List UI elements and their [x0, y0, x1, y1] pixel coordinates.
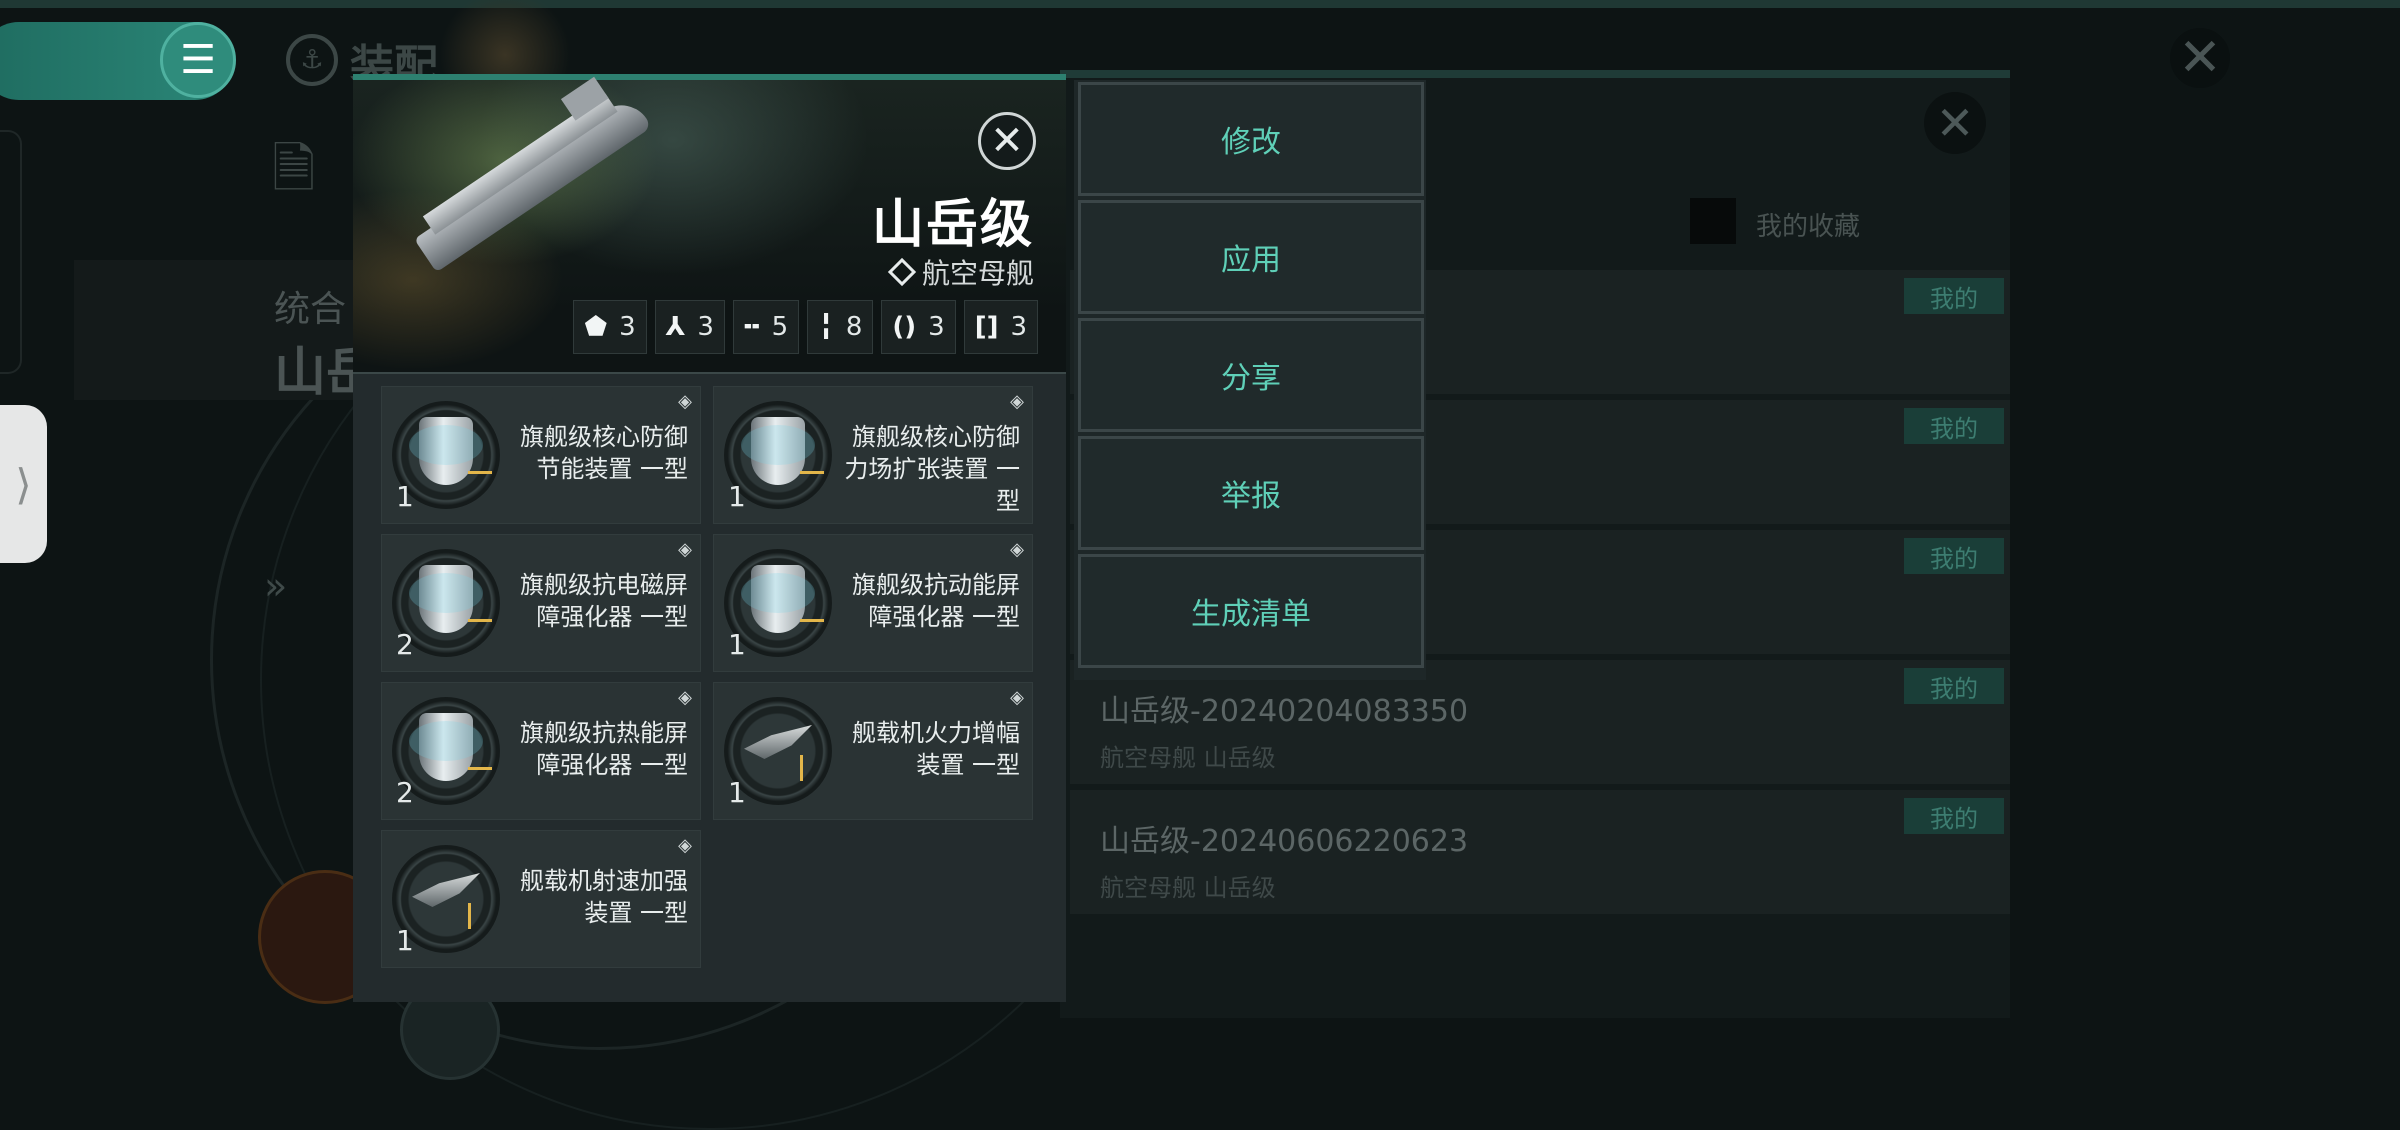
card-close-button[interactable]: ✕ — [978, 112, 1036, 170]
anchor-icon: ⚓ — [286, 34, 338, 86]
action-menu: 修改 应用 分享 举报 生成清单 — [1074, 80, 1426, 680]
mine-badge: 我的 — [1904, 798, 2004, 834]
module-item[interactable]: 1 ◈ 舰载机射速加强装置 一型 — [381, 830, 701, 968]
module-name: 旗舰级核心防御节能装置 一型 — [520, 423, 688, 483]
mine-badge: 我的 — [1904, 538, 2004, 574]
chevron-right-icon: ⟩ — [15, 459, 32, 509]
rig-slot-icon: [] — [974, 312, 999, 342]
turret-icon: ⬟ — [584, 312, 608, 342]
module-name: 旗舰级抗热能屏障强化器 一型 — [520, 719, 688, 779]
module-item[interactable]: 1 ◈ 舰载机火力增幅装置 一型 — [713, 682, 1033, 820]
module-name: 舰载机射速加强装置 一型 — [520, 867, 688, 927]
module-item[interactable]: 2 ◈ 旗舰级抗电磁屏障强化器 一型 — [381, 534, 701, 672]
stat-high-slot: ╍ 5 — [732, 300, 800, 354]
module-name: 旗舰级抗动能屏障强化器 一型 — [852, 571, 1020, 631]
favorites-checkbox[interactable] — [1690, 198, 1736, 244]
fitting-subtitle: 航空母舰 山岳级 — [1100, 744, 1276, 772]
close-icon: ✕ — [2178, 28, 2222, 88]
module-count: 2 — [396, 776, 414, 809]
main-menu-button[interactable]: ☰ — [160, 22, 236, 98]
stat-value: 3 — [1010, 312, 1027, 342]
list-close-button[interactable]: ✕ — [1924, 92, 1986, 154]
fitting-name: 山岳级-20240204083350 — [1100, 694, 1469, 729]
close-page-button[interactable]: ✕ — [2170, 28, 2230, 88]
module-item[interactable]: 2 ◈ 旗舰级抗热能屏障强化器 一型 — [381, 682, 701, 820]
shield-module-icon — [409, 713, 483, 781]
layers-icon: ◈ — [1010, 391, 1024, 412]
ship-name: 山岳级 — [871, 195, 1034, 255]
layers-icon: ◈ — [678, 835, 692, 856]
mid-slot-icon: ╏ — [818, 312, 834, 342]
generate-list-button[interactable]: 生成清单 — [1078, 554, 1424, 668]
module-count: 1 — [396, 480, 414, 513]
stat-low-slot: () 3 — [881, 300, 956, 354]
high-slot-icon: ╍ — [743, 312, 760, 342]
favorites-label: 我的收藏 — [1756, 212, 1861, 242]
ship-class-label: 航空母舰 — [921, 257, 1034, 290]
low-slot-icon: () — [892, 312, 917, 342]
module-count: 2 — [396, 628, 414, 661]
diamond-icon — [887, 257, 917, 287]
module-count: 1 — [728, 628, 746, 661]
ship-class: 航空母舰 — [887, 252, 1034, 292]
fitting-document-icon: 🗎 — [272, 137, 316, 200]
slot-stats: ⬟ 3 ⅄ 3 ╍ 5 ╏ 8 () 3 [] 3 — [573, 300, 1038, 354]
hamburger-icon: ☰ — [180, 37, 216, 83]
stat-value: 8 — [845, 312, 863, 342]
shield-module-icon — [741, 565, 815, 633]
mine-badge: 我的 — [1904, 668, 2004, 704]
carrier-ship-image — [392, 49, 674, 280]
module-count: 1 — [396, 924, 414, 957]
module-item[interactable]: 1 ◈ 旗舰级抗动能屏障强化器 一型 — [713, 534, 1033, 672]
report-button[interactable]: 举报 — [1078, 436, 1424, 550]
left-panel-frame — [0, 130, 22, 374]
stat-value: 3 — [697, 312, 714, 342]
module-name: 舰载机火力增幅装置 一型 — [852, 719, 1020, 779]
mine-badge: 我的 — [1904, 408, 2004, 444]
stat-rig-slot: [] 3 — [963, 300, 1038, 354]
module-name: 旗舰级核心防御力场扩张装置 一型 — [844, 423, 1020, 515]
stat-value: 5 — [771, 312, 789, 342]
ship-fitting-card: ✕ 山岳级 航空母舰 ⬟ 3 ⅄ 3 ╍ 5 ╏ 8 () 3 [] 3 1 ◈ 旗舰级核心… — [353, 74, 1066, 1002]
module-item[interactable]: 1 ◈ 旗舰级核心防御节能装置 一型 — [381, 386, 701, 524]
close-icon: ✕ — [1935, 96, 1975, 150]
layers-icon: ◈ — [678, 539, 692, 560]
stat-mid-slot: ╏ 8 — [807, 300, 874, 354]
apply-button[interactable]: 应用 — [1078, 200, 1424, 314]
layers-icon: ◈ — [678, 391, 692, 412]
shield-module-icon — [409, 417, 483, 485]
fitting-name: 山岳级-20240606220623 — [1100, 824, 1469, 859]
module-count: 1 — [728, 480, 746, 513]
drone-icon: ⅄ — [665, 312, 686, 342]
stat-value: 3 — [928, 312, 945, 342]
fitting-subtitle: 航空母舰 山岳级 — [1100, 874, 1276, 902]
close-icon: ✕ — [990, 118, 1024, 164]
list-item[interactable]: 我的 山岳级-20240606220623 航空母舰 山岳级 — [1070, 790, 2010, 914]
module-name: 旗舰级抗电磁屏障强化器 一型 — [520, 571, 688, 631]
layers-icon: ◈ — [1010, 687, 1024, 708]
module-item[interactable]: 1 ◈ 旗舰级核心防御力场扩张装置 一型 — [713, 386, 1033, 524]
mine-badge: 我的 — [1904, 278, 2004, 314]
shield-module-icon — [409, 565, 483, 633]
ship-hero-banner: ✕ 山岳级 航空母舰 ⬟ 3 ⅄ 3 ╍ 5 ╏ 8 () 3 [] 3 — [353, 76, 1066, 374]
double-chevron-icon: » — [264, 564, 288, 608]
stat-value: 3 — [619, 312, 636, 342]
module-count: 1 — [728, 776, 746, 809]
side-expand-tab[interactable]: ⟩ — [0, 405, 47, 563]
edit-button[interactable]: 修改 — [1078, 82, 1424, 196]
shield-module-icon — [741, 417, 815, 485]
stat-turret: ⬟ 3 — [573, 300, 647, 354]
stat-drone: ⅄ 3 — [654, 300, 725, 354]
ship-info-label: 统合 — [274, 289, 347, 330]
top-border — [0, 0, 2400, 8]
share-button[interactable]: 分享 — [1078, 318, 1424, 432]
layers-icon: ◈ — [1010, 539, 1024, 560]
layers-icon: ◈ — [678, 687, 692, 708]
